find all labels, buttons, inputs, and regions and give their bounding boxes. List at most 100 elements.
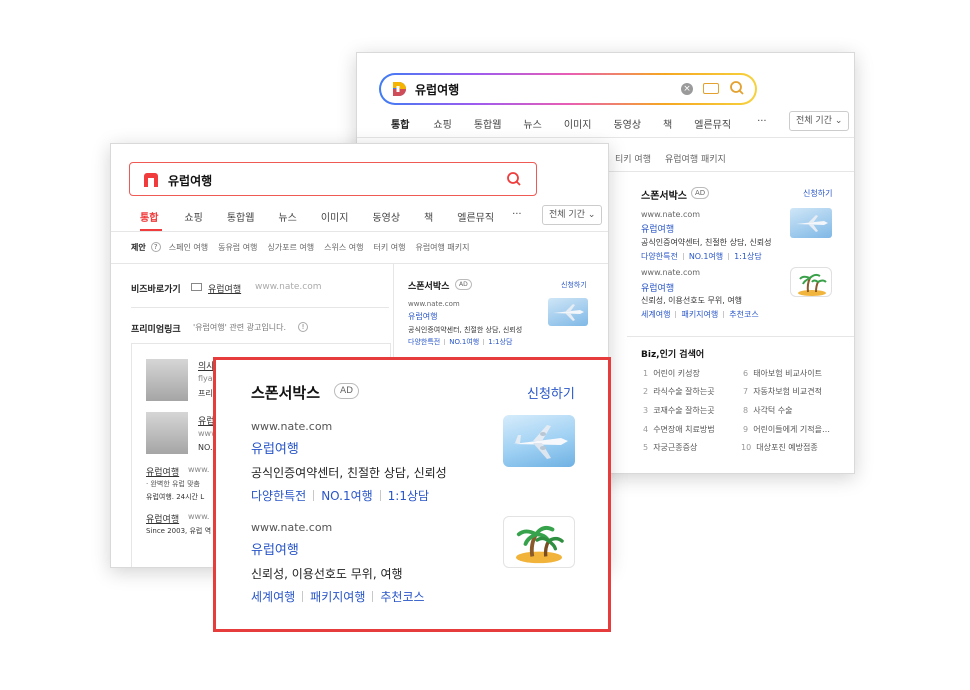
daum-tab-web[interactable]: 통합웹 [474,116,502,131]
suggestion-item[interactable]: 스페인 여행 [169,242,208,253]
suggestion-item[interactable]: 동유럽 여행 [218,242,257,253]
list-item[interactable]: 10 대상포진 예방접종 [741,442,818,453]
nate-tab-image[interactable]: 이미지 [321,209,349,224]
list-item[interactable]: 7 자동차보험 비교견적 [743,386,822,397]
ad-sub-link[interactable]: NO.1여행 [449,337,479,347]
ad-sub-link[interactable]: NO.1여행 [689,251,723,262]
nate-tab-news[interactable]: 뉴스 [278,209,296,224]
suggestion-item[interactable]: 싱가포르 여행 [267,242,314,253]
keyboard-icon[interactable] [703,83,719,94]
daum-tab-all[interactable]: 통합 [391,116,409,131]
suggestion-item[interactable]: 유럽여행 패키지 [415,242,469,253]
daum-related-item[interactable]: 유럽여행 패키지 [665,152,726,165]
more-icon[interactable]: ··· [757,116,767,131]
search-icon[interactable] [506,171,522,187]
daum-tab-book[interactable]: 책 [663,116,672,131]
list-item[interactable]: 8 사각턱 수술 [743,405,793,416]
nate-suggestions: 제안 ? 스페인 여행 동유럽 여행 싱가포르 여행 스위스 여행 터키 여행 … [131,242,470,253]
list-item[interactable]: 6 태아보험 비교사이트 [743,368,822,379]
daum-period-select[interactable]: 전체 기간 ⌄ [789,111,850,131]
info-icon[interactable]: ! [298,322,308,332]
airplane-image [548,298,588,326]
ad-sub-link[interactable]: 1:1상담 [388,487,429,504]
clear-icon[interactable]: × [681,83,693,95]
ad-sub-link[interactable]: 추천코스 [380,588,424,605]
result-title-link[interactable]: 유럽여행 [146,465,179,478]
ad-description: 공식인증여약센터, 친절한 상담, 신뢰성 [251,466,447,480]
ad-title-link[interactable]: 유럽여행 [251,539,299,558]
ad-url: www.nate.com [641,268,701,277]
nate-tab-web[interactable]: 통합웹 [227,209,255,224]
suggestion-item[interactable]: 터키 여행 [373,242,405,253]
ad-description: 신뢰성, 이용선호도 무위, 여행 [641,296,743,305]
ad-sub-link[interactable]: 1:1상담 [734,251,762,262]
list-item[interactable]: 2 라식수술 잘하는곳 [643,386,715,397]
bizlink-icon [191,283,202,291]
sponsor-box-title: 스폰서박스 [251,384,321,402]
ad-sub-link[interactable]: 다양한특전 [408,337,440,347]
suggestion-item[interactable]: 스위스 여행 [324,242,363,253]
ad-sub-link[interactable]: 추천코스 [729,309,758,320]
daum-sponsor-title: 스폰서박스 [641,191,687,202]
help-icon[interactable]: ? [150,242,161,252]
daum-popular-title: Biz,인기 검색어 [641,350,705,360]
daum-search-bar[interactable]: 유럽여행 × [379,73,757,105]
list-item[interactable]: 1 어린이 키성장 [643,368,700,379]
nate-apply-link[interactable]: 신청하기 [561,280,587,290]
nate-tab-book[interactable]: 책 [424,209,433,224]
ad-sub-link[interactable]: 패키지여행 [681,309,718,320]
ad-badge: AD [691,187,710,199]
ad-sub-link[interactable]: 1:1상담 [488,337,512,347]
ad-sub-link[interactable]: 다양한특전 [251,487,306,504]
apply-link[interactable]: 신청하기 [527,383,575,402]
nate-period-select[interactable]: 전체 기간 ⌄ [542,205,603,225]
daum-tab-shopping[interactable]: 쇼핑 [433,116,451,131]
ad-sub-link[interactable]: 패키지여행 [310,588,365,605]
nate-tab-video[interactable]: 동영상 [372,209,400,224]
more-icon[interactable]: ··· [512,209,522,224]
nate-search-query[interactable]: 유럽여행 [168,172,212,189]
ad-sub-link[interactable]: 세계여행 [641,309,670,320]
ad-title-link[interactable]: 유럽여행 [251,438,299,457]
ad-badge: AD [455,279,472,290]
ad-sub-link[interactable]: 세계여행 [251,588,295,605]
result-description: · 완벽한 유럽 맞춤 [146,480,200,488]
premium-note: '유럽여행' 관련 광고입니다. [193,323,286,332]
search-icon[interactable] [729,80,745,96]
daum-tab-bar: 통합 쇼핑 통합웹 뉴스 이미지 동영상 책 엘른뮤직 ··· [391,116,767,131]
daum-period-label: 전체 기간 [796,116,832,126]
result-url: www. [188,465,210,474]
nate-tab-all[interactable]: 통합 [140,209,158,224]
nate-search-bar[interactable]: 유럽여행 [129,162,537,196]
daum-logo-icon [393,82,406,96]
list-item[interactable]: 5 자궁근종증상 [643,442,697,453]
list-item[interactable]: 4 수면장애 치료방법 [643,424,715,435]
list-item[interactable]: 3 코재수술 잘하는곳 [643,405,715,416]
nate-tab-music[interactable]: 엘른뮤직 [457,209,494,224]
nate-tab-bar: 통합 쇼핑 통합웹 뉴스 이미지 동영상 책 엘른뮤직 ··· [140,209,522,224]
daum-search-query[interactable]: 유럽여행 [415,81,459,98]
daum-tab-music[interactable]: 엘른뮤직 [694,116,731,131]
suggest-label: 제안 [131,243,146,252]
daum-apply-link[interactable]: 신청하기 [803,188,832,199]
ad-url: www.nate.com [251,521,333,534]
ad-url: www.nate.com [408,300,460,308]
list-item[interactable]: 9 어린이들에게 기적을… [743,424,830,435]
nate-period-label: 전체 기간 [549,210,585,220]
ad-title-link[interactable]: 유럽여행 [408,311,437,322]
ad-title-link[interactable]: 유럽여행 [641,281,674,294]
daum-tab-image[interactable]: 이미지 [564,116,592,131]
result-description: Since 2003, 유럽 역 [146,527,212,535]
bizlink-link[interactable]: 유럽여행 [208,282,241,295]
daum-tab-video[interactable]: 동영상 [613,116,641,131]
nate-tab-shopping[interactable]: 쇼핑 [184,209,202,224]
daum-tab-news[interactable]: 뉴스 [523,116,541,131]
premium-title: 프리미엄링크 [131,325,181,335]
ad-sub-link[interactable]: NO.1여행 [321,487,372,504]
result-title-link[interactable]: 유럽여행 [146,512,179,525]
ad-title-link[interactable]: 유럽여행 [641,222,674,235]
cathedral-thumbnail [146,412,188,454]
daum-related-item[interactable]: 티키 여행 [615,152,651,165]
ad-sub-link[interactable]: 다양한특전 [641,251,678,262]
ad-sub-links: 다양한특전 NO.1여행 1:1상담 [641,251,762,262]
